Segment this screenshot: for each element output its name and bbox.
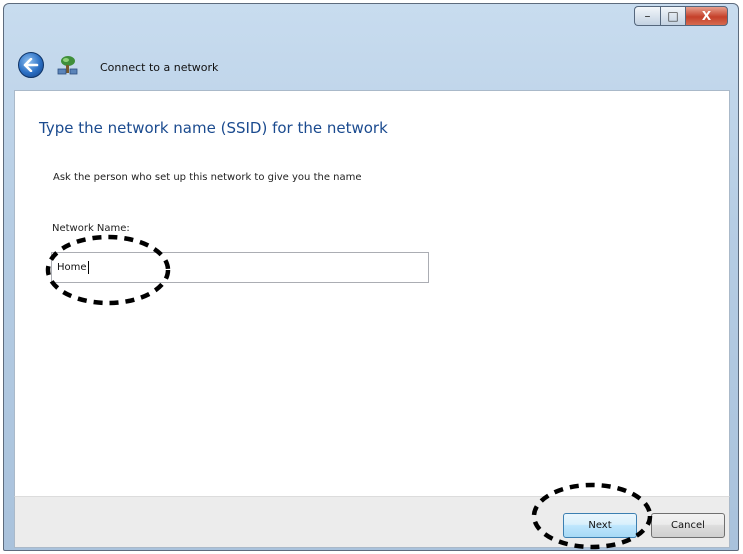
window-title: Connect to a network (100, 61, 219, 74)
title-bar: – □ X Connect to a network (4, 4, 738, 92)
content-panel: Type the network name (SSID) for the net… (14, 90, 730, 496)
button-bar: Next Cancel (14, 496, 730, 548)
network-name-label: Network Name: (52, 223, 130, 234)
next-button[interactable]: Next (563, 513, 637, 538)
window-controls: – □ X (634, 6, 728, 26)
network-name-input[interactable]: Home (51, 252, 429, 283)
maximize-button[interactable]: □ (660, 6, 685, 26)
text-caret (87, 260, 89, 274)
network-name-value: Home (57, 262, 87, 273)
minimize-button[interactable]: – (634, 6, 660, 26)
close-button[interactable]: X (685, 6, 728, 26)
back-arrow-icon (23, 58, 39, 72)
page-title: Type the network name (SSID) for the net… (39, 119, 388, 137)
instruction-subtext: Ask the person who set up this network t… (53, 172, 362, 183)
network-icon (57, 56, 78, 75)
dialog-window: – □ X Connect to a network Type the netw… (3, 3, 739, 551)
cancel-button[interactable]: Cancel (651, 513, 725, 538)
back-button[interactable] (18, 52, 44, 78)
